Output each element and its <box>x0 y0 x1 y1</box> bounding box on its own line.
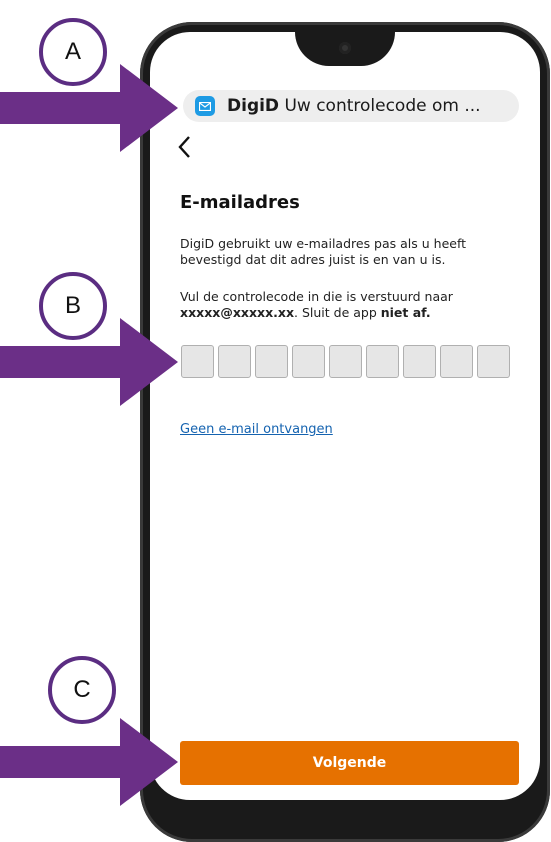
code-cell-5[interactable] <box>329 345 362 378</box>
notification-message: Uw controlecode om ... <box>284 96 481 116</box>
code-cell-6[interactable] <box>366 345 399 378</box>
phone-screen: DigiD Uw controlecode om ... E-mailadres… <box>150 32 540 800</box>
instruction-prefix: Vul de controlecode in die is verstuurd … <box>180 289 453 304</box>
instruction-bold: niet af. <box>380 305 431 320</box>
notification-app: DigiD <box>227 96 280 116</box>
code-cell-3[interactable] <box>255 345 288 378</box>
code-cell-7[interactable] <box>403 345 436 378</box>
page-title: E-mailadres <box>180 192 300 213</box>
code-cell-4[interactable] <box>292 345 325 378</box>
instruction-text: Vul de controlecode in die is verstuurd … <box>180 289 510 321</box>
code-input-row <box>181 345 510 378</box>
next-button[interactable]: Volgende <box>180 741 519 785</box>
annotation-arrow-a <box>0 64 178 152</box>
mail-icon <box>195 96 215 116</box>
code-cell-2[interactable] <box>218 345 251 378</box>
code-cell-8[interactable] <box>440 345 473 378</box>
annotation-arrow-c <box>0 718 178 806</box>
camera-icon <box>339 42 351 54</box>
intro-text: DigiD gebruikt uw e-mailadres pas als u … <box>180 236 467 267</box>
notification-banner[interactable]: DigiD Uw controlecode om ... <box>183 90 519 122</box>
instruction-middle: . Sluit de app <box>294 305 381 320</box>
annotation-marker-c: C <box>48 656 116 724</box>
notification-text: DigiD Uw controlecode om ... <box>227 96 481 116</box>
annotation-arrow-b <box>0 318 178 406</box>
code-cell-9[interactable] <box>477 345 510 378</box>
email-address: xxxxx@xxxxx.xx <box>180 305 295 320</box>
no-email-link[interactable]: Geen e-mail ontvangen <box>180 422 333 437</box>
